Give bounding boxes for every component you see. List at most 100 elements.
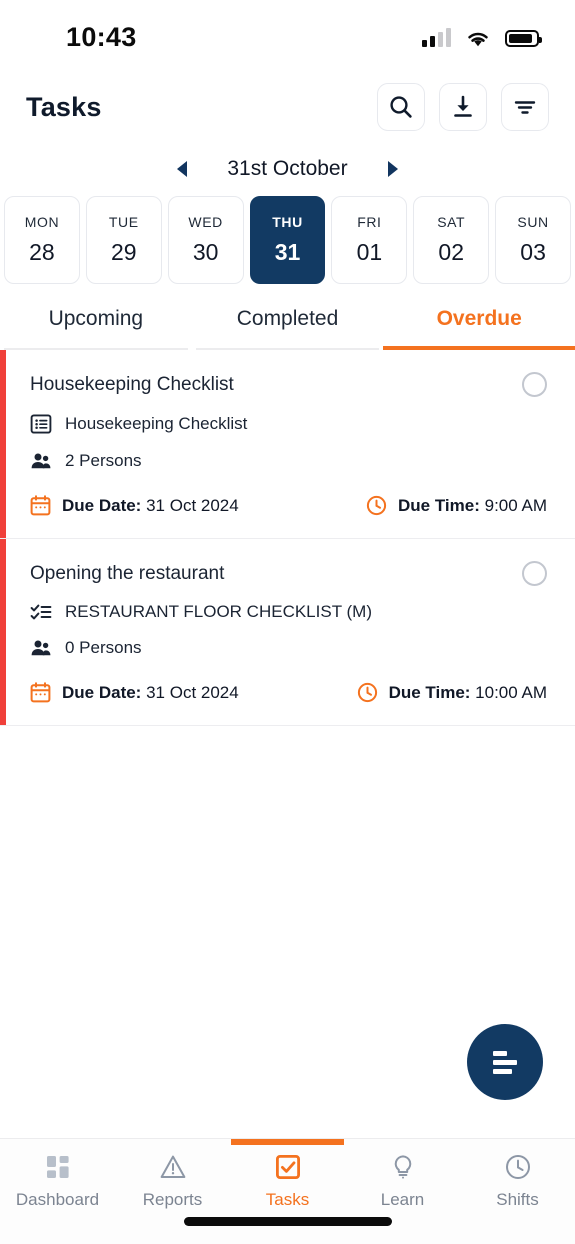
task-due-date-text: Due Date: 31 Oct 2024 (62, 683, 239, 703)
dashboard-grid-icon (46, 1156, 69, 1178)
day-card-sun[interactable]: SUN 03 (495, 196, 572, 284)
list-box-icon (30, 414, 52, 434)
date-navigator: 31st October (0, 146, 575, 192)
task-due-date: Due Date: 31 Oct 2024 (30, 495, 239, 516)
nav-label: Reports (142, 1190, 203, 1209)
filter-button[interactable] (501, 83, 549, 131)
task-title: Opening the restaurant (30, 563, 225, 584)
status-bar: 10:43 (0, 0, 575, 68)
tab-upcoming[interactable]: Upcoming (0, 288, 192, 350)
day-card-dom: 30 (192, 239, 219, 265)
day-card-wed[interactable]: WED 30 (167, 196, 244, 284)
task-row[interactable]: Housekeeping Checklist Housekeeping Chec… (0, 350, 575, 539)
day-card-dow: SAT (437, 214, 466, 230)
download-icon (454, 95, 472, 117)
persons-icon (31, 453, 51, 469)
task-due-time: Due Time: 10:00 AM (357, 682, 547, 703)
task-header: Housekeeping Checklist (30, 372, 547, 397)
task-due-time-label: Due Time: (388, 682, 471, 702)
task-due-time-text: Due Time: 9:00 AM (398, 496, 547, 516)
day-card-fri[interactable]: FRI 01 (331, 196, 408, 284)
nav-item-learn[interactable]: Learn (345, 1153, 460, 1210)
status-icons (422, 21, 542, 48)
task-due-time: Due Time: 9:00 AM (366, 495, 547, 516)
day-card-dow: WED (188, 214, 223, 230)
day-card-dom: 01 (356, 239, 383, 265)
app-header: Tasks (0, 68, 575, 146)
day-card-dow: TUE (108, 214, 139, 230)
task-complete-checkbox[interactable] (522, 561, 547, 586)
day-card-mon[interactable]: MON 28 (4, 196, 80, 284)
checkbox-checked-icon (275, 1155, 300, 1180)
task-due-time-text: Due Time: 10:00 AM (389, 683, 547, 703)
nav-item-dashboard[interactable]: Dashboard (0, 1153, 115, 1210)
search-button[interactable] (377, 83, 425, 131)
task-list: Housekeeping Checklist Housekeeping Chec… (0, 350, 575, 1138)
day-card-tue[interactable]: TUE 29 (85, 196, 162, 284)
battery-full-icon (505, 29, 542, 47)
day-card-dom: 31 (274, 239, 301, 265)
day-card-sat[interactable]: SAT 02 (413, 196, 490, 284)
next-day-button[interactable] (387, 161, 398, 177)
sort-fab-button[interactable] (467, 1024, 543, 1100)
tab-label: Completed (236, 307, 339, 330)
tab-overdue[interactable]: Overdue (383, 288, 575, 350)
task-persons-count: 2 Persons (65, 451, 142, 470)
day-card-dow: SUN (517, 214, 549, 230)
nav-item-shifts[interactable]: Shifts (460, 1153, 575, 1210)
nav-label: Shifts (496, 1190, 539, 1209)
task-checklist-name: Housekeeping Checklist (65, 414, 248, 433)
nav-label: Learn (380, 1190, 425, 1209)
task-complete-checkbox[interactable] (522, 372, 547, 397)
sort-lines-icon (493, 1050, 517, 1074)
checklist-icon (30, 604, 52, 620)
task-due-date-value: 31 Oct 2024 (146, 495, 239, 515)
search-icon (390, 96, 412, 118)
task-persons-row: 0 Persons (30, 638, 547, 658)
status-time: 10:43 (66, 21, 137, 52)
task-due-row: Due Date: 31 Oct 2024 Due Time: 9:00 AM (30, 495, 547, 516)
week-day-strip: MON 28 TUE 29 WED 30 THU 31 FRI 01 SAT 0… (0, 192, 575, 288)
day-card-dow: THU (272, 214, 303, 230)
day-card-thu-selected[interactable]: THU 31 (249, 196, 326, 284)
task-due-time-label: Due Time: (398, 495, 480, 515)
nav-item-tasks[interactable]: Tasks (230, 1139, 345, 1210)
nav-label: Dashboard (15, 1190, 100, 1209)
calendar-icon (30, 495, 51, 516)
day-card-dom: 02 (438, 239, 465, 265)
header-actions (377, 83, 549, 131)
task-due-date-text: Due Date: 31 Oct 2024 (62, 496, 239, 516)
signal-bars-icon (422, 28, 451, 47)
task-persons-row: 2 Persons (30, 451, 547, 471)
nav-item-reports[interactable]: Reports (115, 1153, 230, 1210)
tab-label: Upcoming (48, 307, 144, 330)
prev-day-button[interactable] (177, 161, 188, 177)
page-title: Tasks (26, 91, 102, 122)
task-title: Housekeeping Checklist (30, 374, 234, 395)
clock-icon (366, 495, 387, 516)
task-checklist-row: RESTAURANT FLOOR CHECKLIST (M) (30, 602, 547, 622)
calendar-icon (30, 682, 51, 703)
task-header: Opening the restaurant (30, 561, 547, 586)
task-due-time-value: 9:00 AM (484, 495, 547, 515)
task-checklist-row: Housekeeping Checklist (30, 413, 547, 435)
clock-icon (357, 682, 377, 703)
task-due-date-label: Due Date: (62, 682, 142, 702)
task-due-row: Due Date: 31 Oct 2024 Due Time: 10:00 AM (30, 682, 547, 703)
task-persons-count: 0 Persons (65, 638, 142, 657)
download-button[interactable] (439, 83, 487, 131)
day-card-dom: 03 (520, 239, 546, 265)
tab-completed[interactable]: Completed (192, 288, 384, 350)
bottom-navigation: Dashboard Reports Tasks Learn Shifts (0, 1138, 575, 1244)
wifi-icon (468, 32, 488, 46)
task-status-tabs: Upcoming Completed Overdue (0, 288, 575, 350)
task-due-time-value: 10:00 AM (475, 682, 547, 702)
warning-triangle-icon (160, 1155, 185, 1178)
app-screen: 10:43 Tasks 31st October MON 28 TUE 29 W… (0, 0, 575, 1244)
current-date-label: 31st October (227, 157, 348, 180)
day-card-dow: MON (24, 214, 60, 230)
task-row[interactable]: Opening the restaurant RESTAURANT FLOOR … (0, 539, 575, 726)
clock-icon (505, 1155, 530, 1179)
tab-label: Overdue (436, 307, 522, 330)
day-card-dom: 29 (110, 239, 137, 265)
